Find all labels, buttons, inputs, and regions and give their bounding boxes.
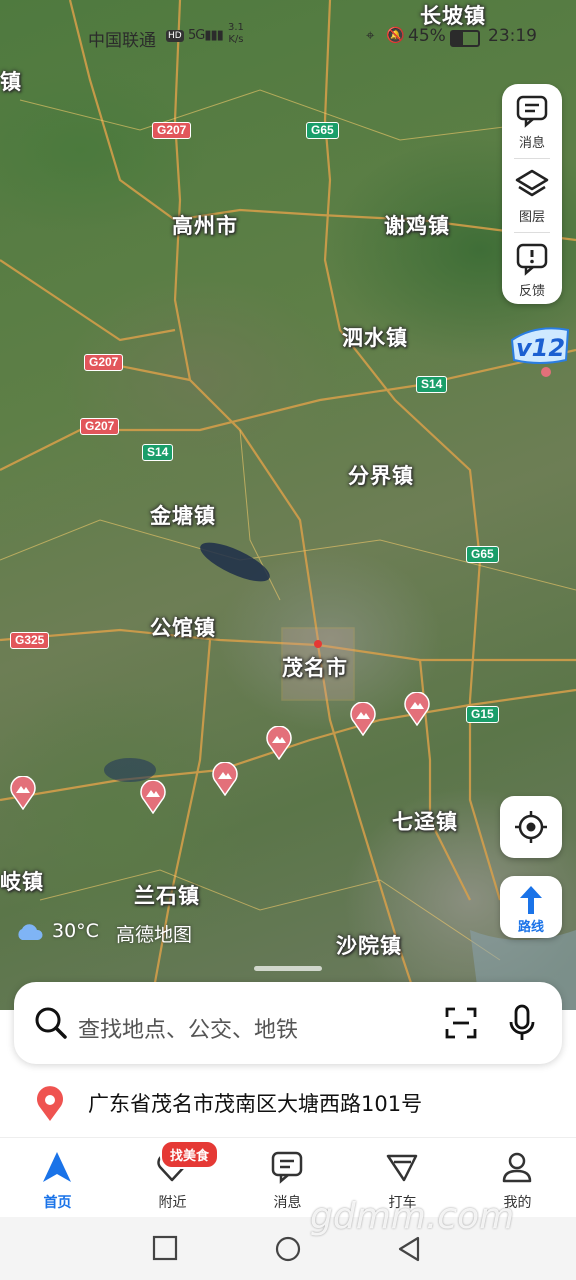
highway-shield: G207 xyxy=(152,122,192,139)
home-icon[interactable] xyxy=(274,1235,302,1263)
route-label: 路线 xyxy=(517,920,544,935)
place-label[interactable]: 岐镇 xyxy=(0,866,44,896)
scenic-poi-icon[interactable] xyxy=(10,776,36,810)
place-label[interactable]: 长坡镇 xyxy=(420,0,486,30)
place-label[interactable]: 兰石镇 xyxy=(134,880,200,910)
nearby-food-badge[interactable]: 找美食 xyxy=(160,1140,220,1169)
scenic-poi-icon[interactable] xyxy=(266,726,292,760)
route-button[interactable]: 路线 xyxy=(500,876,562,938)
crosshair-icon xyxy=(515,811,547,843)
city-label[interactable]: 茂名市 xyxy=(282,652,348,682)
layers-label: 图层 xyxy=(518,210,545,225)
person-icon xyxy=(502,1152,532,1183)
network-type: 5G xyxy=(188,28,205,43)
highway-shield: G207 xyxy=(80,418,120,435)
place-label[interactable]: 谢鸡镇 xyxy=(384,210,450,240)
highway-shield: G15 xyxy=(466,706,499,723)
map-tools-panel: 消息 图层 反馈 xyxy=(502,84,562,304)
recent-apps-icon[interactable] xyxy=(152,1235,178,1261)
highway-shield: G325 xyxy=(10,632,50,649)
feedback-button[interactable]: 反馈 xyxy=(502,232,562,304)
highway-shield: G65 xyxy=(306,122,339,139)
place-label[interactable]: 七迳镇 xyxy=(392,806,458,836)
scan-icon[interactable] xyxy=(444,1006,478,1040)
messages-button[interactable]: 消息 xyxy=(502,84,562,156)
location-pin-icon xyxy=(37,1086,63,1121)
watermark: gdmm.com xyxy=(310,1196,515,1237)
map-brand-logo: 高德地图 xyxy=(116,924,193,946)
location-icon: ⌖ xyxy=(366,26,375,44)
place-label[interactable]: 分界镇 xyxy=(348,460,414,490)
place-label[interactable]: 沙院镇 xyxy=(336,930,402,960)
messages-label: 消息 xyxy=(518,136,545,151)
scenic-poi-icon[interactable] xyxy=(350,702,376,736)
layers-button[interactable]: 图层 xyxy=(502,158,562,230)
carrier-name: 中国联通 xyxy=(88,31,156,51)
search-icon xyxy=(35,1007,67,1039)
signal-icon: 5G▮▮▮ xyxy=(188,28,224,43)
search-input[interactable]: 查找地点、公交、地铁 xyxy=(78,1012,298,1044)
temperature: 30°C xyxy=(52,920,99,942)
place-label[interactable]: 公馆镇 xyxy=(150,612,216,642)
place-label[interactable]: 镇 xyxy=(0,66,22,96)
current-address: 广东省茂名市茂南区大塘西路101号 xyxy=(88,1092,423,1116)
tab-label: 附近 xyxy=(158,1195,187,1211)
microphone-icon[interactable] xyxy=(508,1004,536,1042)
place-label[interactable]: 高州市 xyxy=(172,210,238,240)
scenic-poi-icon[interactable] xyxy=(404,692,430,726)
v12-badge-icon[interactable]: v12 xyxy=(506,320,572,380)
taxi-flag-icon xyxy=(386,1154,418,1182)
scenic-poi-icon[interactable] xyxy=(140,780,166,814)
road-network xyxy=(0,0,576,1010)
search-bar[interactable]: 查找地点、公交、地铁 xyxy=(14,982,562,1064)
place-label[interactable]: 金塘镇 xyxy=(150,500,216,530)
current-location-row[interactable]: 广东省茂名市茂南区大塘西路101号 xyxy=(34,1084,564,1124)
cloud-icon xyxy=(18,924,43,940)
status-bar: 中国联通 HD 5G▮▮▮ 3.1 K/s ⌖ 🔕 45% 23:19 xyxy=(0,22,576,52)
satellite-map[interactable]: 中国联通 HD 5G▮▮▮ 3.1 K/s ⌖ 🔕 45% 23:19 长坡镇 镇… xyxy=(0,0,576,1010)
mute-bell-icon: 🔕 xyxy=(386,26,405,44)
feedback-icon xyxy=(516,243,548,276)
highway-shield: G207 xyxy=(84,354,124,371)
net-speed: 3.1 K/s xyxy=(228,22,244,46)
hd-indicator: HD xyxy=(166,30,184,42)
feedback-label: 反馈 xyxy=(518,284,545,299)
layers-icon xyxy=(515,169,549,197)
highway-shield: G65 xyxy=(466,546,499,563)
message-icon xyxy=(516,95,548,128)
tab-label: 首页 xyxy=(43,1195,72,1211)
navigate-arrow-icon xyxy=(43,1152,71,1182)
place-label[interactable]: 泗水镇 xyxy=(342,322,408,352)
highway-shield: S14 xyxy=(416,376,448,393)
highway-shield: S14 xyxy=(142,444,174,461)
clock: 23:19 xyxy=(488,26,537,46)
back-icon[interactable] xyxy=(396,1235,422,1263)
route-arrow-icon xyxy=(520,886,542,914)
net-speed-unit: K/s xyxy=(228,34,244,45)
tab-home[interactable]: 首页 xyxy=(0,1138,115,1218)
net-speed-value: 3.1 xyxy=(228,22,244,33)
sheet-drag-handle[interactable] xyxy=(254,966,322,971)
v12-badge-text: v12 xyxy=(516,334,565,362)
locate-me-button[interactable] xyxy=(500,796,562,858)
message-icon xyxy=(271,1151,303,1184)
battery-icon xyxy=(450,30,480,47)
scenic-poi-icon[interactable] xyxy=(212,762,238,796)
